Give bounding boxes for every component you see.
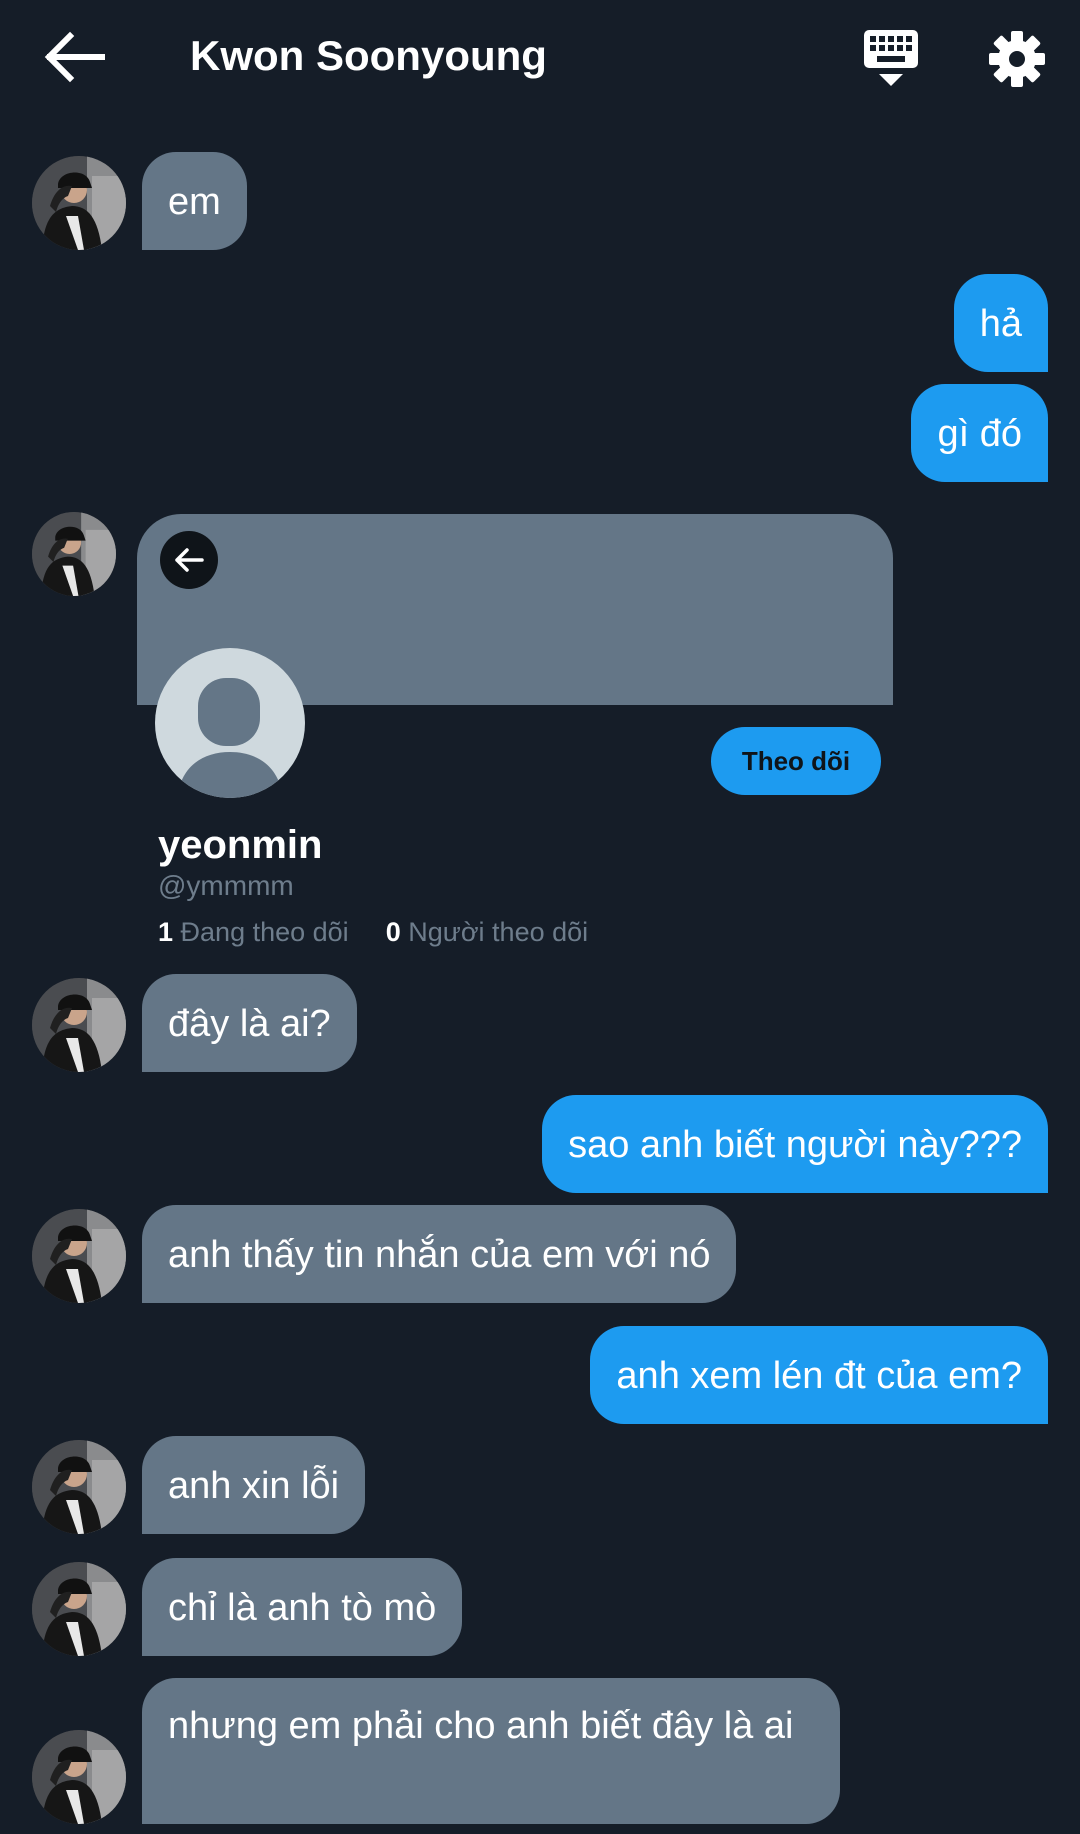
keyboard-button[interactable] bbox=[860, 26, 922, 90]
avatar[interactable] bbox=[32, 1440, 126, 1534]
profile-handle: @ymmmm bbox=[158, 870, 294, 901]
profile-stats: 1 Đang theo dõi 0 Người theo dõi bbox=[158, 914, 588, 950]
message-bubble-outgoing[interactable]: hả bbox=[953, 274, 1048, 372]
message-bubble-incoming[interactable]: chỉ là anh tò mò bbox=[142, 1558, 463, 1656]
message-bubble-outgoing[interactable]: sao anh biết người này??? bbox=[542, 1095, 1048, 1193]
message-bubble-incoming[interactable]: em bbox=[142, 152, 247, 250]
default-avatar-icon bbox=[177, 678, 283, 798]
arrow-left-icon bbox=[44, 31, 105, 83]
profile-avatar[interactable] bbox=[155, 648, 305, 798]
profile-card-back-button[interactable] bbox=[160, 531, 218, 589]
avatar-image bbox=[32, 1209, 126, 1303]
avatar[interactable] bbox=[32, 978, 126, 1072]
following-count: 1 bbox=[158, 917, 174, 947]
profile-name: yeonmin bbox=[158, 823, 323, 867]
arrow-left-icon bbox=[175, 548, 204, 572]
avatar-image bbox=[32, 512, 116, 596]
avatar-image bbox=[32, 1562, 126, 1656]
avatar[interactable] bbox=[32, 1562, 126, 1656]
message-bubble-incoming[interactable]: đây là ai? bbox=[142, 974, 357, 1072]
message-bubble-incoming[interactable]: anh xin lỗi bbox=[142, 1436, 366, 1534]
message-bubble-incoming[interactable]: nhưng em phải cho anh biết đây là ai bbox=[142, 1678, 840, 1824]
avatar[interactable] bbox=[32, 1209, 126, 1303]
back-button[interactable] bbox=[40, 28, 106, 86]
avatar[interactable] bbox=[32, 512, 116, 596]
avatar-image bbox=[32, 978, 126, 1072]
message-bubble-outgoing[interactable]: gì đó bbox=[911, 384, 1048, 482]
gear-icon bbox=[989, 31, 1045, 87]
avatar[interactable] bbox=[32, 156, 126, 250]
avatar-image bbox=[32, 1440, 126, 1534]
avatar-image bbox=[32, 156, 126, 250]
keyboard-icon bbox=[864, 30, 918, 86]
followers-label: Người theo dõi bbox=[408, 917, 589, 947]
message-bubble-outgoing[interactable]: anh xem lén đt của em? bbox=[590, 1326, 1048, 1424]
conversation-title: Kwon Soonyoung bbox=[190, 32, 547, 79]
avatar[interactable] bbox=[32, 1730, 126, 1824]
settings-button[interactable] bbox=[988, 30, 1046, 88]
top-bar: Kwon Soonyoung bbox=[0, 0, 1080, 112]
avatar-image bbox=[32, 1730, 126, 1824]
follow-button[interactable]: Theo dõi bbox=[711, 727, 881, 795]
message-bubble-incoming[interactable]: anh thấy tin nhắn của em với nó bbox=[142, 1205, 737, 1303]
following-label: Đang theo dõi bbox=[180, 917, 349, 947]
followers-count: 0 bbox=[385, 917, 401, 947]
